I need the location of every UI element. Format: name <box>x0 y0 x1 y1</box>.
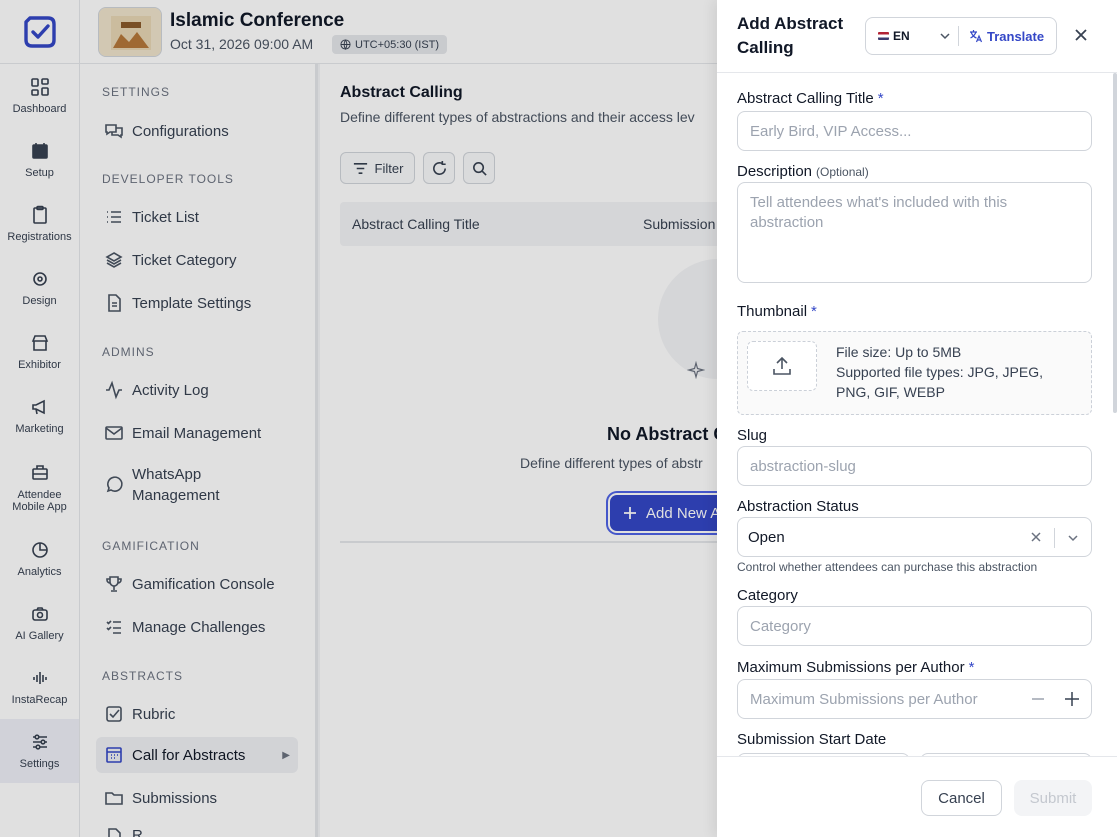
abstraction-status-select[interactable]: Open <box>737 517 1092 557</box>
chevron-down-icon[interactable] <box>1065 530 1081 546</box>
status-help-text: Control whether attendees can purchase t… <box>737 560 1038 574</box>
file-size-hint: File size: Up to 5MB <box>836 344 962 360</box>
upload-hint: File size: Up to 5MB Supported file type… <box>836 342 1076 402</box>
optional-tag: (Optional) <box>816 165 869 179</box>
scrollbar[interactable] <box>1113 73 1117 413</box>
us-flag-icon <box>878 32 889 40</box>
description-textarea[interactable] <box>737 182 1092 283</box>
chevron-down-icon <box>940 33 950 40</box>
required-mark: * <box>877 90 884 107</box>
category-field-label: Category <box>737 587 798 604</box>
translate-button[interactable]: Translate <box>959 29 1044 44</box>
max-submissions-field-label: Maximum Submissions per Author * <box>737 659 975 676</box>
close-icon[interactable] <box>1071 25 1091 45</box>
file-types-hint: Supported file types: JPG, JPEG, PNG, GI… <box>836 364 1043 400</box>
modal-backdrop[interactable] <box>0 0 717 837</box>
increment-button[interactable] <box>1062 689 1082 709</box>
required-mark: * <box>811 303 817 320</box>
description-field-label: Description (Optional) <box>737 163 869 180</box>
cancel-button[interactable]: Cancel <box>921 780 1002 816</box>
add-abstract-calling-drawer: Add Abstract Calling EN Translate Abstra… <box>717 0 1117 837</box>
upload-icon <box>773 356 791 375</box>
category-input[interactable] <box>737 606 1092 646</box>
separator <box>1054 528 1055 548</box>
submit-button[interactable]: Submit <box>1014 780 1092 816</box>
minus-icon <box>1032 698 1044 700</box>
slug-input[interactable] <box>737 446 1092 486</box>
language-toolbar: EN Translate <box>865 17 1057 55</box>
language-select[interactable]: EN <box>866 29 958 43</box>
upload-button[interactable] <box>747 341 817 391</box>
clear-icon[interactable] <box>1028 529 1044 545</box>
drawer-title: Add Abstract Calling <box>737 14 844 57</box>
status-value: Open <box>748 528 785 546</box>
thumbnail-field-label: Thumbnail * <box>737 303 817 320</box>
title-field-label: Abstract Calling Title * <box>737 90 884 107</box>
thumbnail-dropzone[interactable]: File size: Up to 5MB Supported file type… <box>737 331 1092 415</box>
translate-icon <box>970 30 983 43</box>
translate-label: Translate <box>987 28 1045 44</box>
drawer-header: Add Abstract Calling EN Translate <box>717 0 1117 73</box>
required-mark: * <box>968 659 975 676</box>
abstract-calling-title-input[interactable] <box>737 111 1092 151</box>
drawer-form: Abstract Calling Title* Description(Opti… <box>717 73 1117 756</box>
status-field-label: Abstraction Status <box>737 498 859 515</box>
language-value: EN <box>893 29 910 43</box>
slug-field-label: Slug <box>737 427 768 444</box>
decrement-button[interactable] <box>1028 689 1048 709</box>
drawer-footer: Cancel Submit <box>717 756 1117 837</box>
start-date-field-label: Submission Start Date <box>737 731 887 748</box>
plus-icon <box>1065 692 1079 706</box>
